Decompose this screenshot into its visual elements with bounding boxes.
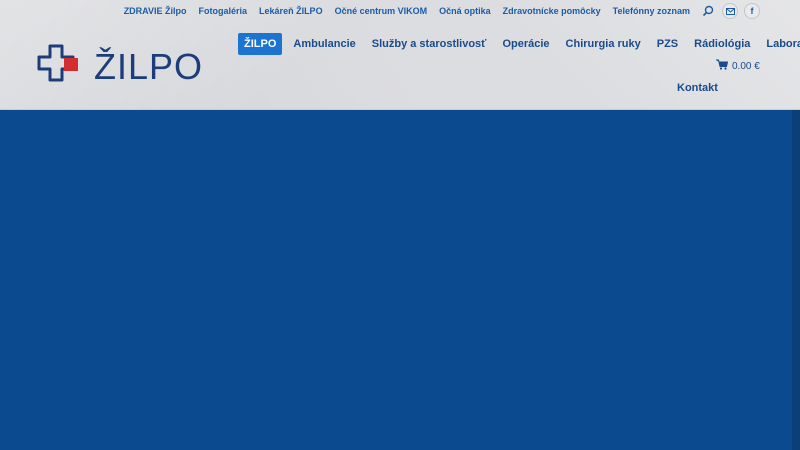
nav-item-ambulancie[interactable]: Ambulancie (285, 33, 363, 55)
toplink-zdravotnicke-pomocky[interactable]: Zdravotnícke pomôcky (503, 6, 601, 16)
nav-item-sluzby[interactable]: Služby a starostlivosť (364, 33, 495, 55)
nav-item-operacie[interactable]: Operácie (494, 33, 557, 55)
toplink-lekaren[interactable]: Lekáreň ŽILPO (259, 6, 323, 16)
search-icon[interactable] (700, 3, 716, 19)
nav-item-pzs[interactable]: PZS (649, 33, 686, 55)
toplink-fotogaleria[interactable]: Fotogaléria (199, 6, 248, 16)
main-nav: ŽILPO Ambulancie Služby a starostlivosť … (238, 33, 800, 55)
toplink-zdravie[interactable]: ZDRAVIE Žilpo (124, 6, 187, 16)
toplink-telefonny-zoznam[interactable]: Telefónny zoznam (613, 6, 690, 16)
scrollbar[interactable] (792, 110, 800, 450)
logo-cross-icon (36, 44, 80, 89)
hero-area (0, 110, 792, 450)
nav-item-kontakt[interactable]: Kontakt (677, 82, 718, 94)
logo-text: ŽILPO (94, 45, 204, 87)
top-bar: ZDRAVIE Žilpo Fotogaléria Lekáreň ŽILPO … (0, 0, 800, 22)
site-logo[interactable]: ŽILPO (36, 44, 203, 89)
cart-icon (716, 57, 729, 75)
toplink-ocna-optika[interactable]: Očná optika (439, 6, 491, 16)
cart-widget[interactable]: 0.00 € (716, 57, 760, 75)
nav-item-radiologia[interactable]: Rádiológia (686, 33, 758, 55)
nav-item-zilpo[interactable]: ŽILPO (238, 33, 283, 55)
cart-total: 0.00 € (732, 60, 760, 72)
nav-item-laboratorium[interactable]: Laboratórium (758, 33, 800, 55)
nav-item-chirurgia-ruky[interactable]: Chirurgia ruky (558, 33, 649, 55)
site-header: ZDRAVIE Žilpo Fotogaléria Lekáreň ŽILPO … (0, 0, 800, 110)
facebook-icon[interactable]: f (744, 3, 760, 19)
toplink-ocne-centrum[interactable]: Očné centrum VIKOM (335, 6, 428, 16)
mail-icon[interactable] (722, 3, 738, 19)
